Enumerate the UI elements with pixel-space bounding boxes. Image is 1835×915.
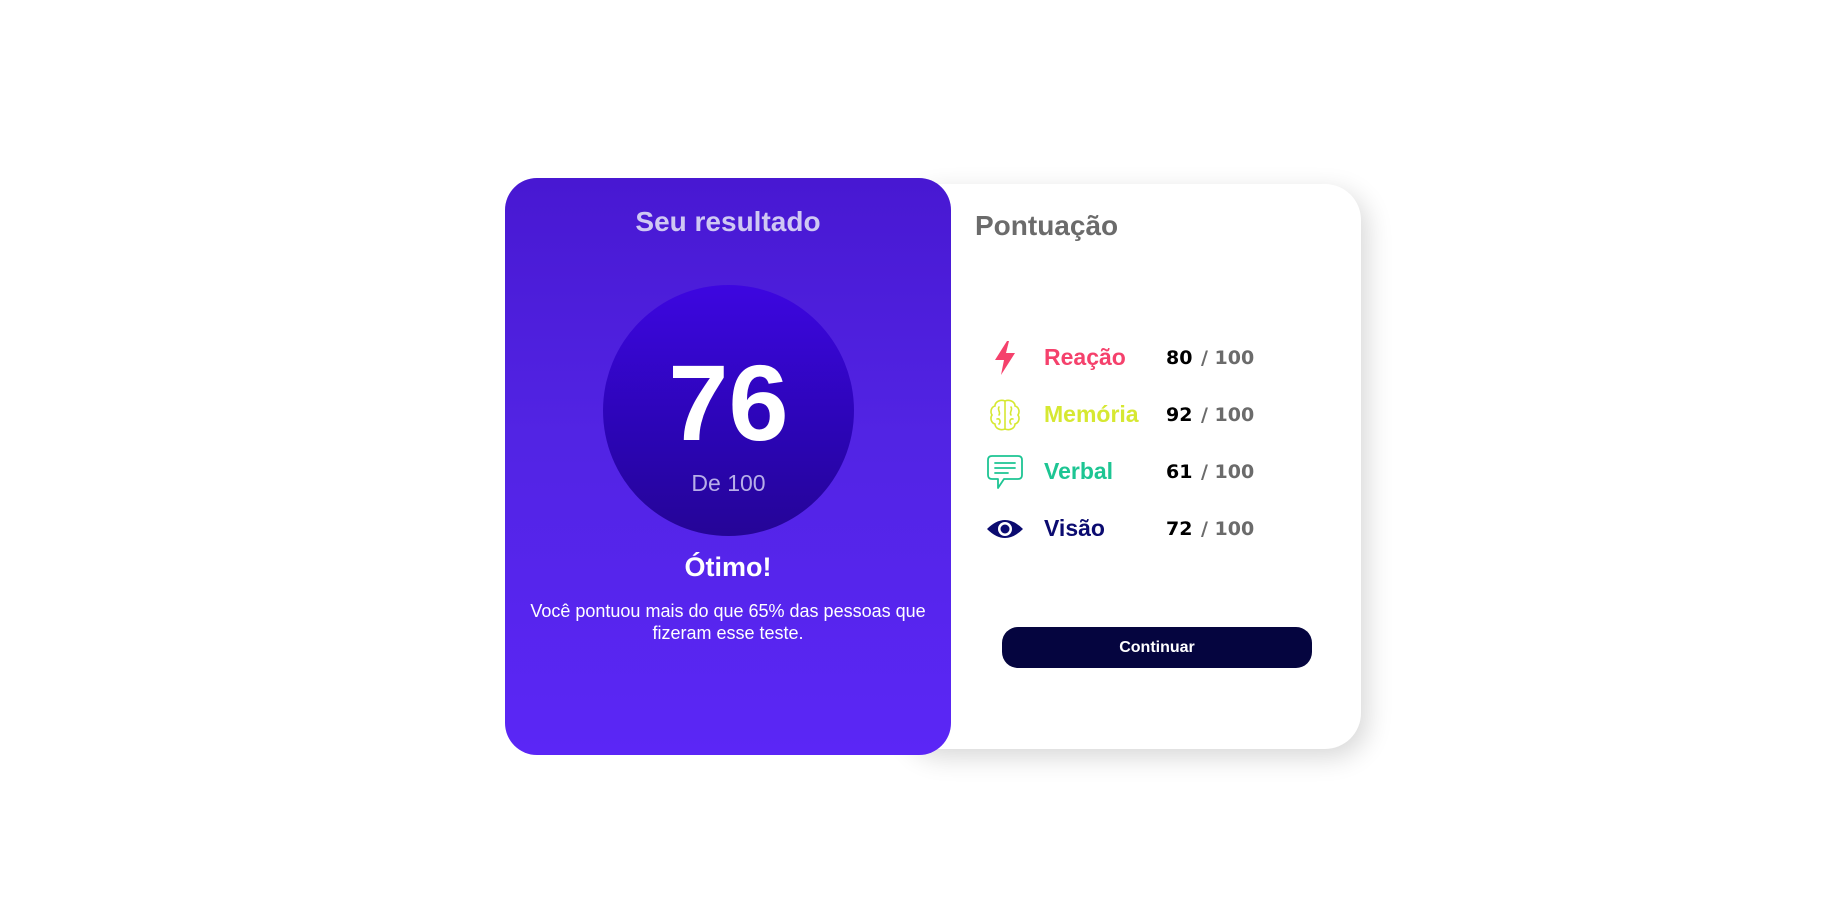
result-title: Seu resultado [635,206,821,237]
score-of-label: De 100 [691,470,766,496]
score-label-memory: Memória [1044,401,1139,427]
total-score: 76 [668,342,789,463]
score-label-reaction: Reação [1044,344,1126,370]
score-total-vision: / 100 [1201,517,1255,540]
summary-card: Pontuação Reação 80 / 100 Memória 92 / 1… [900,184,1361,749]
result-grade: Ótimo! [684,552,772,582]
results-page: Pontuação Reação 80 / 100 Memória 92 / 1… [0,0,1835,915]
score-row-verbal: Verbal 61 / 100 [982,443,1312,500]
score-row-reaction: Reação 80 / 100 [982,329,1312,386]
continue-button[interactable]: Continuar [1002,627,1312,668]
score-value-reaction: 80 [1166,346,1193,369]
score-total-reaction: / 100 [1201,346,1255,369]
score-label-vision: Visão [1044,515,1105,541]
eye-icon [982,506,1028,552]
score-total-verbal: / 100 [1201,460,1255,483]
score-list: Reação 80 / 100 Memória 92 / 100 Verbal … [982,329,1312,557]
result-message: Você pontuou mais do que 65% das pessoas… [530,601,926,643]
score-label-verbal: Verbal [1044,458,1114,484]
lightning-icon [982,335,1028,381]
brain-icon [982,392,1028,438]
score-row-vision: Visão 72 / 100 [982,500,1312,557]
score-value-memory: 92 [1166,403,1193,426]
summary-title: Pontuação [975,210,1119,241]
score-circle: 76 De 100 [603,285,854,536]
result-card: Seu resultado 76 De 100 Ótimo! Você pont… [505,178,951,755]
score-row-memory: Memória 92 / 100 [982,386,1312,443]
chat-bubble-icon [982,449,1028,495]
score-value-vision: 72 [1166,517,1193,540]
score-value-verbal: 61 [1166,460,1193,483]
score-total-memory: / 100 [1201,403,1255,426]
